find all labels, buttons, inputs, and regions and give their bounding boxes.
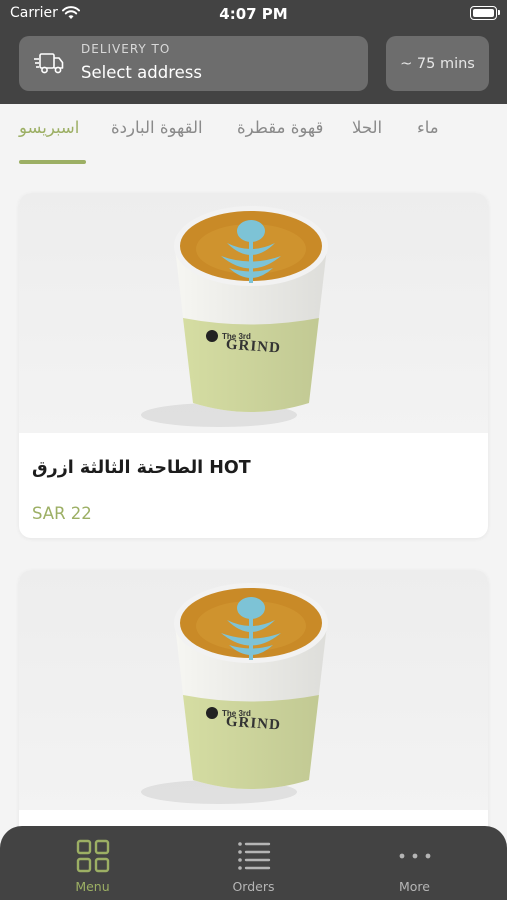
delivery-address-button[interactable]: DELIVERY TO Select address [19, 36, 368, 91]
grid-icon [76, 839, 110, 873]
product-name: الطاحنة الثالثة ازرق HOT [32, 458, 251, 478]
tab-desserts[interactable]: الحلا [352, 118, 382, 137]
tab-iced-coffee[interactable]: القهوة الباردة [111, 118, 203, 137]
status-time: 4:07 PM [219, 5, 288, 23]
nav-menu[interactable]: Menu [8, 826, 177, 900]
nav-more[interactable]: More [330, 826, 499, 900]
category-tabs: اسبريسو القهوة الباردة قهوة مقطرة الحلا … [0, 104, 507, 166]
tab-water[interactable]: ماء [417, 118, 439, 137]
tab-drip-coffee[interactable]: قهوة مقطرة [237, 118, 323, 137]
nav-orders-label: Orders [232, 879, 275, 894]
battery-icon [470, 6, 500, 20]
list-icon [237, 839, 271, 873]
product-card[interactable]: The 3rd GRIND الطاحنة الثالثة ازرق HOT S… [19, 193, 488, 538]
header: Carrier 4:07 PM DELIVERY TO Select addre… [0, 0, 507, 104]
nav-menu-label: Menu [75, 879, 110, 894]
delivery-eta-label: ~ 75 mins [400, 55, 475, 72]
product-price: SAR 22 [32, 504, 92, 523]
status-bar: Carrier 4:07 PM [0, 0, 507, 28]
more-dots-icon [398, 839, 432, 873]
coffee-cup-image: The 3rd GRIND [19, 570, 488, 810]
app-screen: Carrier 4:07 PM DELIVERY TO Select addre… [0, 0, 507, 900]
bottom-navigation: Menu Orders More [0, 826, 507, 900]
delivery-eta[interactable]: ~ 75 mins [386, 36, 489, 91]
delivery-truck-icon [34, 51, 64, 79]
tab-espresso[interactable]: اسبريسو [19, 118, 79, 137]
delivery-address-value: Select address [81, 63, 202, 82]
active-tab-indicator [19, 160, 86, 164]
coffee-cup-image: The 3rd GRIND [19, 193, 488, 433]
delivery-caption: DELIVERY TO [81, 42, 171, 56]
nav-more-label: More [399, 879, 430, 894]
nav-orders[interactable]: Orders [169, 826, 338, 900]
